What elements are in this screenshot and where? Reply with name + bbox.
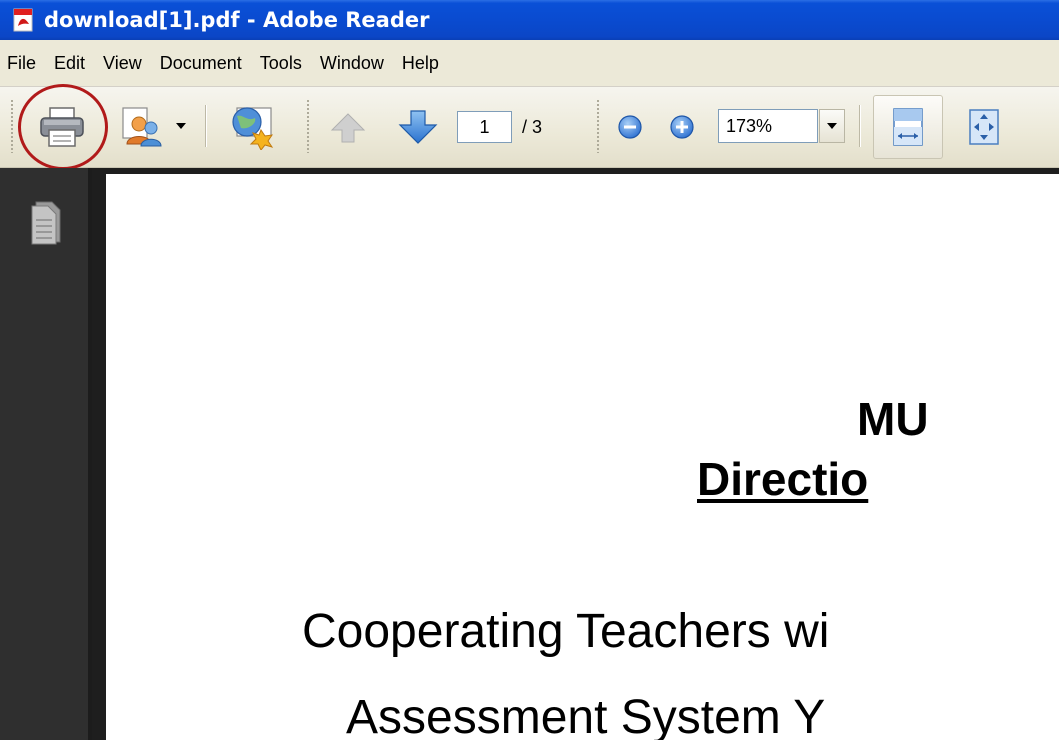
adobe-reader-window: download[1].pdf - Adobe Reader File Edit… [0, 0, 1059, 740]
zoom-out-button[interactable] [614, 111, 646, 143]
arrow-down-icon [398, 110, 438, 144]
zoom-dropdown-button[interactable] [819, 109, 845, 143]
print-button[interactable] [34, 105, 90, 149]
fit-width-icon [893, 108, 923, 146]
chevron-down-icon [176, 123, 186, 129]
page-number-input[interactable]: 1 [457, 111, 512, 143]
menu-file[interactable]: File [0, 46, 45, 80]
title-bar: download[1].pdf - Adobe Reader [0, 0, 1059, 40]
toolbar-grip[interactable] [10, 99, 14, 153]
toolbar-separator [859, 105, 860, 147]
navigation-panel [0, 168, 92, 740]
printer-icon [40, 107, 84, 147]
next-page-button[interactable] [394, 105, 442, 149]
arrow-up-icon [330, 113, 366, 143]
chevron-down-icon [827, 123, 837, 129]
zoom-level-field[interactable]: 173% [718, 109, 818, 143]
menu-view[interactable]: View [94, 46, 151, 80]
web-button[interactable] [224, 101, 282, 151]
panel-splitter[interactable] [92, 168, 106, 740]
fit-page-button[interactable] [962, 105, 1006, 149]
document-heading-line2: Directio [697, 453, 869, 505]
plus-circle-icon [670, 115, 694, 139]
document-heading-line1: MU [857, 393, 929, 445]
pages-panel-button[interactable] [26, 198, 66, 246]
minus-circle-icon [618, 115, 642, 139]
menu-bar: File Edit View Document Tools Window Hel… [0, 40, 1059, 87]
pdf-app-icon [12, 8, 36, 32]
fit-page-icon [969, 109, 999, 145]
document-view[interactable]: MU Directio Cooperating Teachers wi Asse… [106, 168, 1059, 740]
menu-document[interactable]: Document [151, 46, 251, 80]
toolbar-grip[interactable] [596, 99, 600, 153]
document-body-line1: Cooperating Teachers wi [302, 605, 830, 658]
previous-page-button[interactable] [326, 105, 370, 149]
toolbar-grip[interactable] [306, 99, 310, 153]
menu-help[interactable]: Help [393, 46, 448, 80]
globe-icon [232, 107, 274, 150]
window-title: download[1].pdf - Adobe Reader [44, 8, 430, 32]
toolbar: 1 / 3 173% [0, 87, 1059, 168]
menu-edit[interactable]: Edit [45, 46, 94, 80]
menu-tools[interactable]: Tools [251, 46, 311, 80]
toolbar-separator [205, 105, 206, 147]
people-icon [122, 107, 162, 147]
menu-window[interactable]: Window [311, 46, 393, 80]
document-body-line2: Assessment System Y [346, 691, 826, 740]
fit-width-button[interactable] [873, 95, 943, 159]
zoom-in-button[interactable] [666, 111, 698, 143]
pages-icon [31, 201, 61, 245]
collaborate-dropdown[interactable] [174, 119, 188, 133]
collaborate-button[interactable] [116, 103, 172, 149]
page-total-label: / 3 [522, 117, 543, 137]
